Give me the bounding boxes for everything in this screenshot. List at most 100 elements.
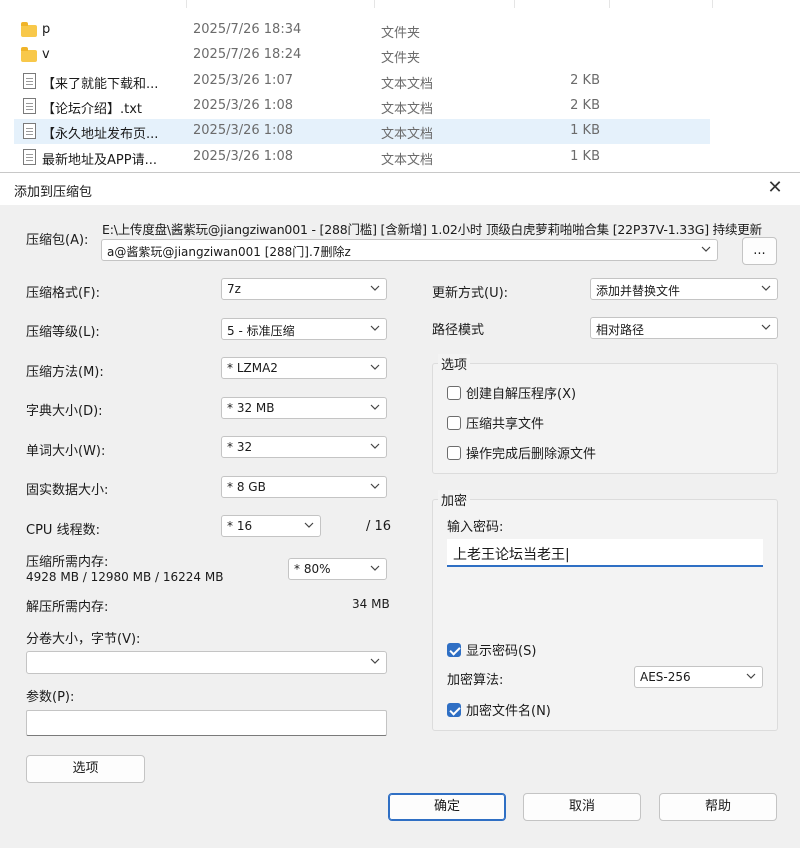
sfx-checkbox[interactable]: 创建自解压程序(X) bbox=[447, 383, 576, 402]
update-select[interactable]: 添加并替换文件 bbox=[590, 278, 778, 300]
file-size: 1 KB bbox=[570, 148, 600, 164]
dialog-titlebar: 添加到压缩包 ✕ bbox=[0, 173, 800, 205]
file-list: p 2025/7/26 18:34 文件夹 v 2025/7/26 18:24 文件夹 【来… bbox=[0, 0, 800, 172]
password-label: 输入密码: bbox=[447, 520, 504, 535]
file-name: 【永久地址发布页... bbox=[42, 127, 159, 143]
column-divider[interactable] bbox=[609, 0, 610, 8]
word-label: 单词大小(W): bbox=[26, 444, 106, 459]
split-label: 分卷大小，字节(V): bbox=[26, 632, 141, 647]
file-type: 文本文档 bbox=[381, 76, 434, 92]
checkbox-box[interactable] bbox=[447, 415, 461, 430]
archive-label: 压缩包(A): bbox=[26, 233, 89, 248]
delete-source-label: 操作完成后删除源文件 bbox=[466, 447, 597, 462]
chevron-down-icon bbox=[370, 283, 380, 293]
archive-name-value: a@酱紫玩@jiangziwan001 [288门].7删除z bbox=[107, 245, 351, 259]
checkbox-box[interactable] bbox=[447, 642, 461, 657]
format-label: 压缩格式(F): bbox=[26, 286, 101, 301]
path-mode-label: 路径模式 bbox=[432, 323, 485, 338]
file-size: 2 KB bbox=[570, 97, 600, 113]
update-label: 更新方式(U): bbox=[432, 286, 509, 301]
file-date: 2025/3/26 1:08 bbox=[193, 123, 293, 139]
archive-path: E:\上传度盘\酱紫玩@jiangziwan001 - [288门槛] [含新增… bbox=[102, 222, 762, 237]
cpu-value: * 16 bbox=[227, 519, 253, 533]
file-date: 2025/7/26 18:34 bbox=[193, 22, 302, 37]
dict-select[interactable]: * 32 MB bbox=[221, 397, 387, 419]
chevron-down-icon bbox=[746, 671, 756, 681]
enc-method-value: AES-256 bbox=[640, 670, 691, 684]
format-select[interactable]: 7z bbox=[221, 278, 387, 300]
mem-percent-value: * 80% bbox=[294, 562, 331, 576]
method-select[interactable]: * LZMA2 bbox=[221, 357, 387, 379]
chevron-down-icon bbox=[370, 481, 380, 491]
column-divider[interactable] bbox=[514, 0, 515, 8]
checkbox-box[interactable] bbox=[447, 385, 461, 400]
dialog-title: 添加到压缩包 bbox=[14, 185, 93, 200]
solid-value: * 8 GB bbox=[227, 480, 266, 494]
checkbox-box[interactable] bbox=[447, 445, 461, 460]
column-divider[interactable] bbox=[186, 0, 187, 8]
solid-label: 固实数据大小: bbox=[26, 483, 109, 498]
password-input[interactable]: 上老王论坛当老王| bbox=[447, 539, 763, 567]
file-name: 【来了就能下载和... bbox=[42, 76, 159, 92]
chevron-down-icon bbox=[304, 520, 314, 530]
path-mode-value: 相对路径 bbox=[596, 323, 645, 337]
file-size: 2 KB bbox=[570, 72, 600, 88]
column-header bbox=[0, 0, 800, 8]
browse-button[interactable]: ... bbox=[742, 237, 777, 265]
enc-method-label: 加密算法: bbox=[447, 673, 504, 688]
enc-method-select[interactable]: AES-256 bbox=[634, 666, 763, 688]
cancel-button[interactable]: 取消 bbox=[523, 793, 641, 821]
show-password-checkbox[interactable]: 显示密码(S) bbox=[447, 640, 536, 659]
encrypt-names-label: 加密文件名(N) bbox=[466, 704, 551, 719]
params-label: 参数(P): bbox=[26, 690, 75, 705]
column-divider[interactable] bbox=[712, 0, 713, 8]
mem-decomp-value: 34 MB bbox=[352, 597, 390, 611]
file-row[interactable]: v 2025/7/26 18:24 文件夹 bbox=[14, 43, 710, 68]
level-select[interactable]: 5 - 标准压缩 bbox=[221, 318, 387, 340]
show-password-label: 显示密码(S) bbox=[466, 644, 537, 659]
checkbox-box[interactable] bbox=[447, 702, 461, 717]
help-button[interactable]: 帮助 bbox=[659, 793, 777, 821]
folder-icon bbox=[21, 22, 37, 37]
shared-files-label: 压缩共享文件 bbox=[466, 417, 545, 432]
solid-select[interactable]: * 8 GB bbox=[221, 476, 387, 498]
ok-button[interactable]: 确定 bbox=[388, 793, 506, 821]
file-type: 文本文档 bbox=[381, 152, 434, 168]
file-date: 2025/3/26 1:07 bbox=[193, 72, 293, 88]
archive-name-combo[interactable]: a@酱紫玩@jiangziwan001 [288门].7删除z bbox=[101, 239, 718, 261]
params-input[interactable] bbox=[26, 710, 387, 736]
file-row[interactable]: p 2025/7/26 18:34 文件夹 bbox=[14, 18, 710, 43]
options-button[interactable]: 选项 bbox=[26, 755, 145, 783]
column-divider[interactable] bbox=[374, 0, 375, 8]
chevron-down-icon bbox=[370, 441, 380, 451]
chevron-down-icon bbox=[701, 244, 711, 254]
method-value: * LZMA2 bbox=[227, 361, 278, 375]
password-value: 上老王论坛当老王| bbox=[453, 547, 570, 563]
format-value: 7z bbox=[227, 282, 241, 296]
close-icon[interactable]: ✕ bbox=[764, 177, 786, 199]
text-file-icon bbox=[23, 123, 36, 140]
shared-files-checkbox[interactable]: 压缩共享文件 bbox=[447, 413, 544, 432]
encrypt-names-checkbox[interactable]: 加密文件名(N) bbox=[447, 700, 551, 719]
cpu-select[interactable]: * 16 bbox=[221, 515, 321, 537]
folder-icon bbox=[21, 47, 37, 63]
text-file-icon bbox=[23, 148, 36, 165]
encryption-group-title: 加密 bbox=[438, 490, 471, 509]
file-row[interactable]: 【来了就能下载和... 2025/3/26 1:07 文本文档 2 KB bbox=[14, 69, 710, 94]
chevron-down-icon bbox=[370, 656, 380, 666]
word-select[interactable]: * 32 bbox=[221, 436, 387, 458]
file-row[interactable]: 【论坛介绍】.txt 2025/3/26 1:08 文本文档 2 KB bbox=[14, 94, 710, 119]
split-size-combo[interactable] bbox=[26, 651, 387, 674]
options-group-title: 选项 bbox=[438, 354, 471, 373]
text-file-icon bbox=[23, 72, 36, 89]
delete-source-checkbox[interactable]: 操作完成后删除源文件 bbox=[447, 443, 596, 462]
path-mode-select[interactable]: 相对路径 bbox=[590, 317, 778, 339]
mem-comp-detail: 4928 MB / 12980 MB / 16224 MB bbox=[26, 570, 224, 584]
mem-percent-select[interactable]: * 80% bbox=[288, 558, 387, 580]
file-row[interactable]: 最新地址及APP请... 2025/3/26 1:08 文本文档 1 KB bbox=[14, 145, 710, 170]
dict-label: 字典大小(D): bbox=[26, 404, 103, 419]
chevron-down-icon bbox=[761, 283, 771, 293]
chevron-down-icon bbox=[370, 323, 380, 333]
file-row[interactable]: 【永久地址发布页... 2025/3/26 1:08 文本文档 1 KB bbox=[14, 119, 710, 145]
file-size: 1 KB bbox=[570, 123, 600, 139]
